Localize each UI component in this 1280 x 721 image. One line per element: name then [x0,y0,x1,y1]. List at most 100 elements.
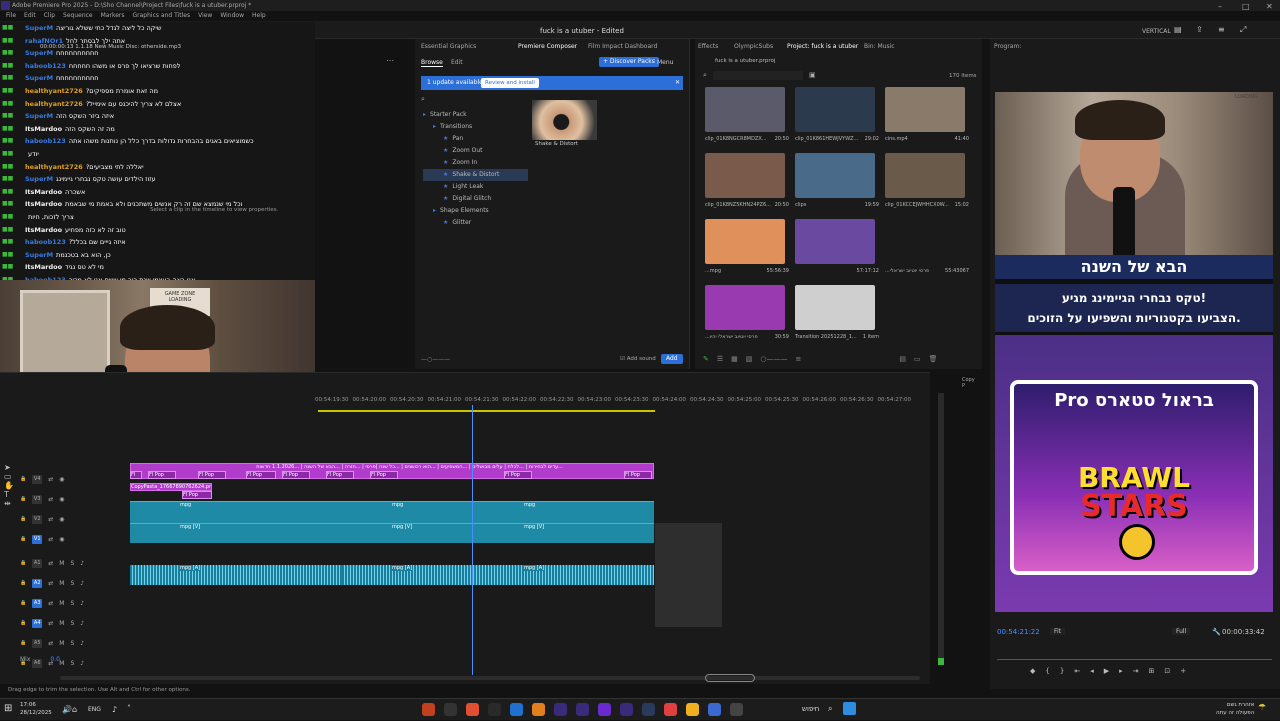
folder-icon[interactable]: ▭ [914,355,921,363]
chat-username[interactable]: SuperM [25,22,53,35]
tab-bin-music[interactable]: Bin: Music [864,43,895,50]
popup-clip[interactable]: Fl Pop [370,471,398,479]
chat-username[interactable]: SuperM [25,110,53,123]
tray-expand-icon[interactable]: ˄ [127,704,131,713]
chat-username[interactable]: healthyant2726 [25,85,83,98]
new-item-icon[interactable]: ▤ [899,355,906,363]
chat-username[interactable]: haboob123 [25,236,66,249]
v3-image-clip[interactable]: CopyPasta_17667890762624.png [130,483,212,491]
fullscreen-icon[interactable]: ⤢ [1240,25,1246,35]
effect-item[interactable]: ★ Shake & Distort [423,169,528,181]
lift-icon[interactable]: ⊞ [1149,667,1155,675]
taskbar-app-icon[interactable] [532,703,545,716]
taskbar-app-icon[interactable] [730,703,743,716]
close-button[interactable]: ✕ [1266,1,1273,12]
taskbar-app-icon[interactable] [664,703,677,716]
volume-icon[interactable]: 🔊 [62,705,72,714]
favorite-star-icon[interactable]: ★ [443,159,448,166]
effect-item[interactable]: ▸ Starter Pack [423,109,528,121]
windows-start-icon[interactable]: ⊞ [4,703,12,714]
popup-clip[interactable]: Fl Pop [282,471,310,479]
menu-file[interactable]: File [6,11,16,21]
chat-username[interactable]: healthyant2726 [25,98,83,111]
marker-icon[interactable]: ◆ [1030,667,1035,675]
v2-clip[interactable]: mpg [474,501,654,523]
add-button[interactable]: Add [661,354,683,364]
v1-clip[interactable]: mpg [V] [474,523,654,543]
chat-username[interactable]: SuperM [25,72,53,85]
taskbar-app-icon[interactable] [686,703,699,716]
go-to-out-icon[interactable]: ⇥ [1133,667,1139,675]
v1-clip[interactable]: mpg [V] [342,523,474,543]
pencil-icon[interactable]: ✎ [703,355,709,363]
project-item[interactable]: ...mpg 55:56:39 [705,219,789,281]
add-icon[interactable]: + [1180,667,1186,675]
effect-item[interactable]: ▸ Shape Elements [423,205,528,217]
playhead[interactable] [472,405,473,675]
taskbar-search-icon[interactable]: ⌕ [828,704,832,714]
in-point-icon[interactable]: { [1045,667,1049,675]
popup-clip[interactable]: Fl Pop [326,471,354,479]
taskbar-search[interactable]: חיפוש [802,705,819,713]
project-item[interactable]: Transition 20251228_1... 1 item [795,285,879,347]
wrench-icon[interactable]: 🔧 [1212,628,1221,636]
project-item[interactable]: clips 19:59 [795,153,879,215]
menu-clip[interactable]: Clip [44,11,55,21]
taskbar-app-icon[interactable] [422,703,435,716]
project-item[interactable]: ...פרסי יוטיוב ישראלי יהיו 30:59 [705,285,789,347]
taskbar-app-icon[interactable] [642,703,655,716]
step-forward-icon[interactable]: ▸ [1119,667,1123,675]
settings-icon[interactable]: ≡ [1218,25,1225,34]
tab-essential-graphics[interactable]: Essential Graphics [421,43,476,50]
favorite-star-icon[interactable]: ★ [443,183,448,190]
taskbar-app-icon[interactable] [554,703,567,716]
taskbar-app-icon[interactable] [620,703,633,716]
workspaces-icon[interactable]: ▤ [1174,25,1182,34]
popup-clip[interactable]: Fl Pop [130,471,142,479]
project-item[interactable]: clip_01K8NGCR8MDZX... 20:50 [705,87,789,149]
effect-item[interactable]: ▸ Transitions [423,121,528,133]
v2-clip[interactable]: mpg [342,501,474,523]
minimize-button[interactable]: – [1218,1,1222,12]
fit-select[interactable]: Fit [1050,628,1066,635]
discover-packs-button[interactable]: + Discover Packs [599,57,659,67]
menu-markers[interactable]: Markers [101,11,125,21]
tab-premiere-composer[interactable]: Premiere Composer [518,43,577,50]
effect-item[interactable]: ★ Pan [423,133,528,145]
zoom-slider[interactable]: —○——— [421,356,450,363]
taskbar-app-icon[interactable] [576,703,589,716]
popup-clip[interactable]: Fl Pop [198,471,226,479]
program-scrubber[interactable] [997,659,1272,660]
scrollbar-thumb[interactable] [705,674,755,682]
taskbar-app-icon[interactable] [598,703,611,716]
menu-sequence[interactable]: Sequence [63,11,93,21]
popup-clip[interactable]: Fl Pop [246,471,276,479]
icon-view-icon[interactable]: ▦ [731,355,738,363]
chat-username[interactable]: ItsMardoo [25,261,62,274]
freeform-view-icon[interactable]: ▧ [746,355,753,363]
taskbar-app-icon[interactable] [708,703,721,716]
new-bin-icon[interactable]: ▣ [809,71,816,79]
v3-popup-clip[interactable]: Fl Pop [182,491,212,499]
chat-username[interactable]: healthyant2726 [25,161,83,174]
menu-help[interactable]: Help [252,11,266,21]
maximize-button[interactable]: □ [1242,1,1250,12]
v2-clip[interactable]: mpg [130,501,342,523]
project-item[interactable]: clip_01K861HEWJVYWZ... 29:02 [795,87,879,149]
search-icon[interactable]: ⌕ [421,95,425,104]
network-icon[interactable]: ⌂ [72,705,77,714]
project-search-icon[interactable]: ⌕ [703,71,707,80]
shake-distort-thumbnail[interactable] [532,100,597,140]
windows-logo-icon[interactable] [843,702,856,715]
tab-project[interactable]: Project: fuck is a utuber [787,43,858,50]
popup-clip[interactable]: Fl Pop [624,471,652,479]
chat-username[interactable]: ItsMardoo [25,186,62,199]
a2-clip[interactable]: mpg [A] [342,565,474,585]
project-item[interactable]: clip_01KCCEJWHHCX0W... 15:02 [885,153,969,215]
chat-username[interactable]: ItsMardoo [25,198,62,211]
chat-username[interactable]: SuperM [25,173,53,186]
banner-close-icon[interactable]: ✕ [675,76,680,90]
menu-window[interactable]: Window [220,11,244,21]
list-view-icon[interactable]: ☰ [717,355,723,363]
folder-icon[interactable]: ▸ [433,207,436,214]
